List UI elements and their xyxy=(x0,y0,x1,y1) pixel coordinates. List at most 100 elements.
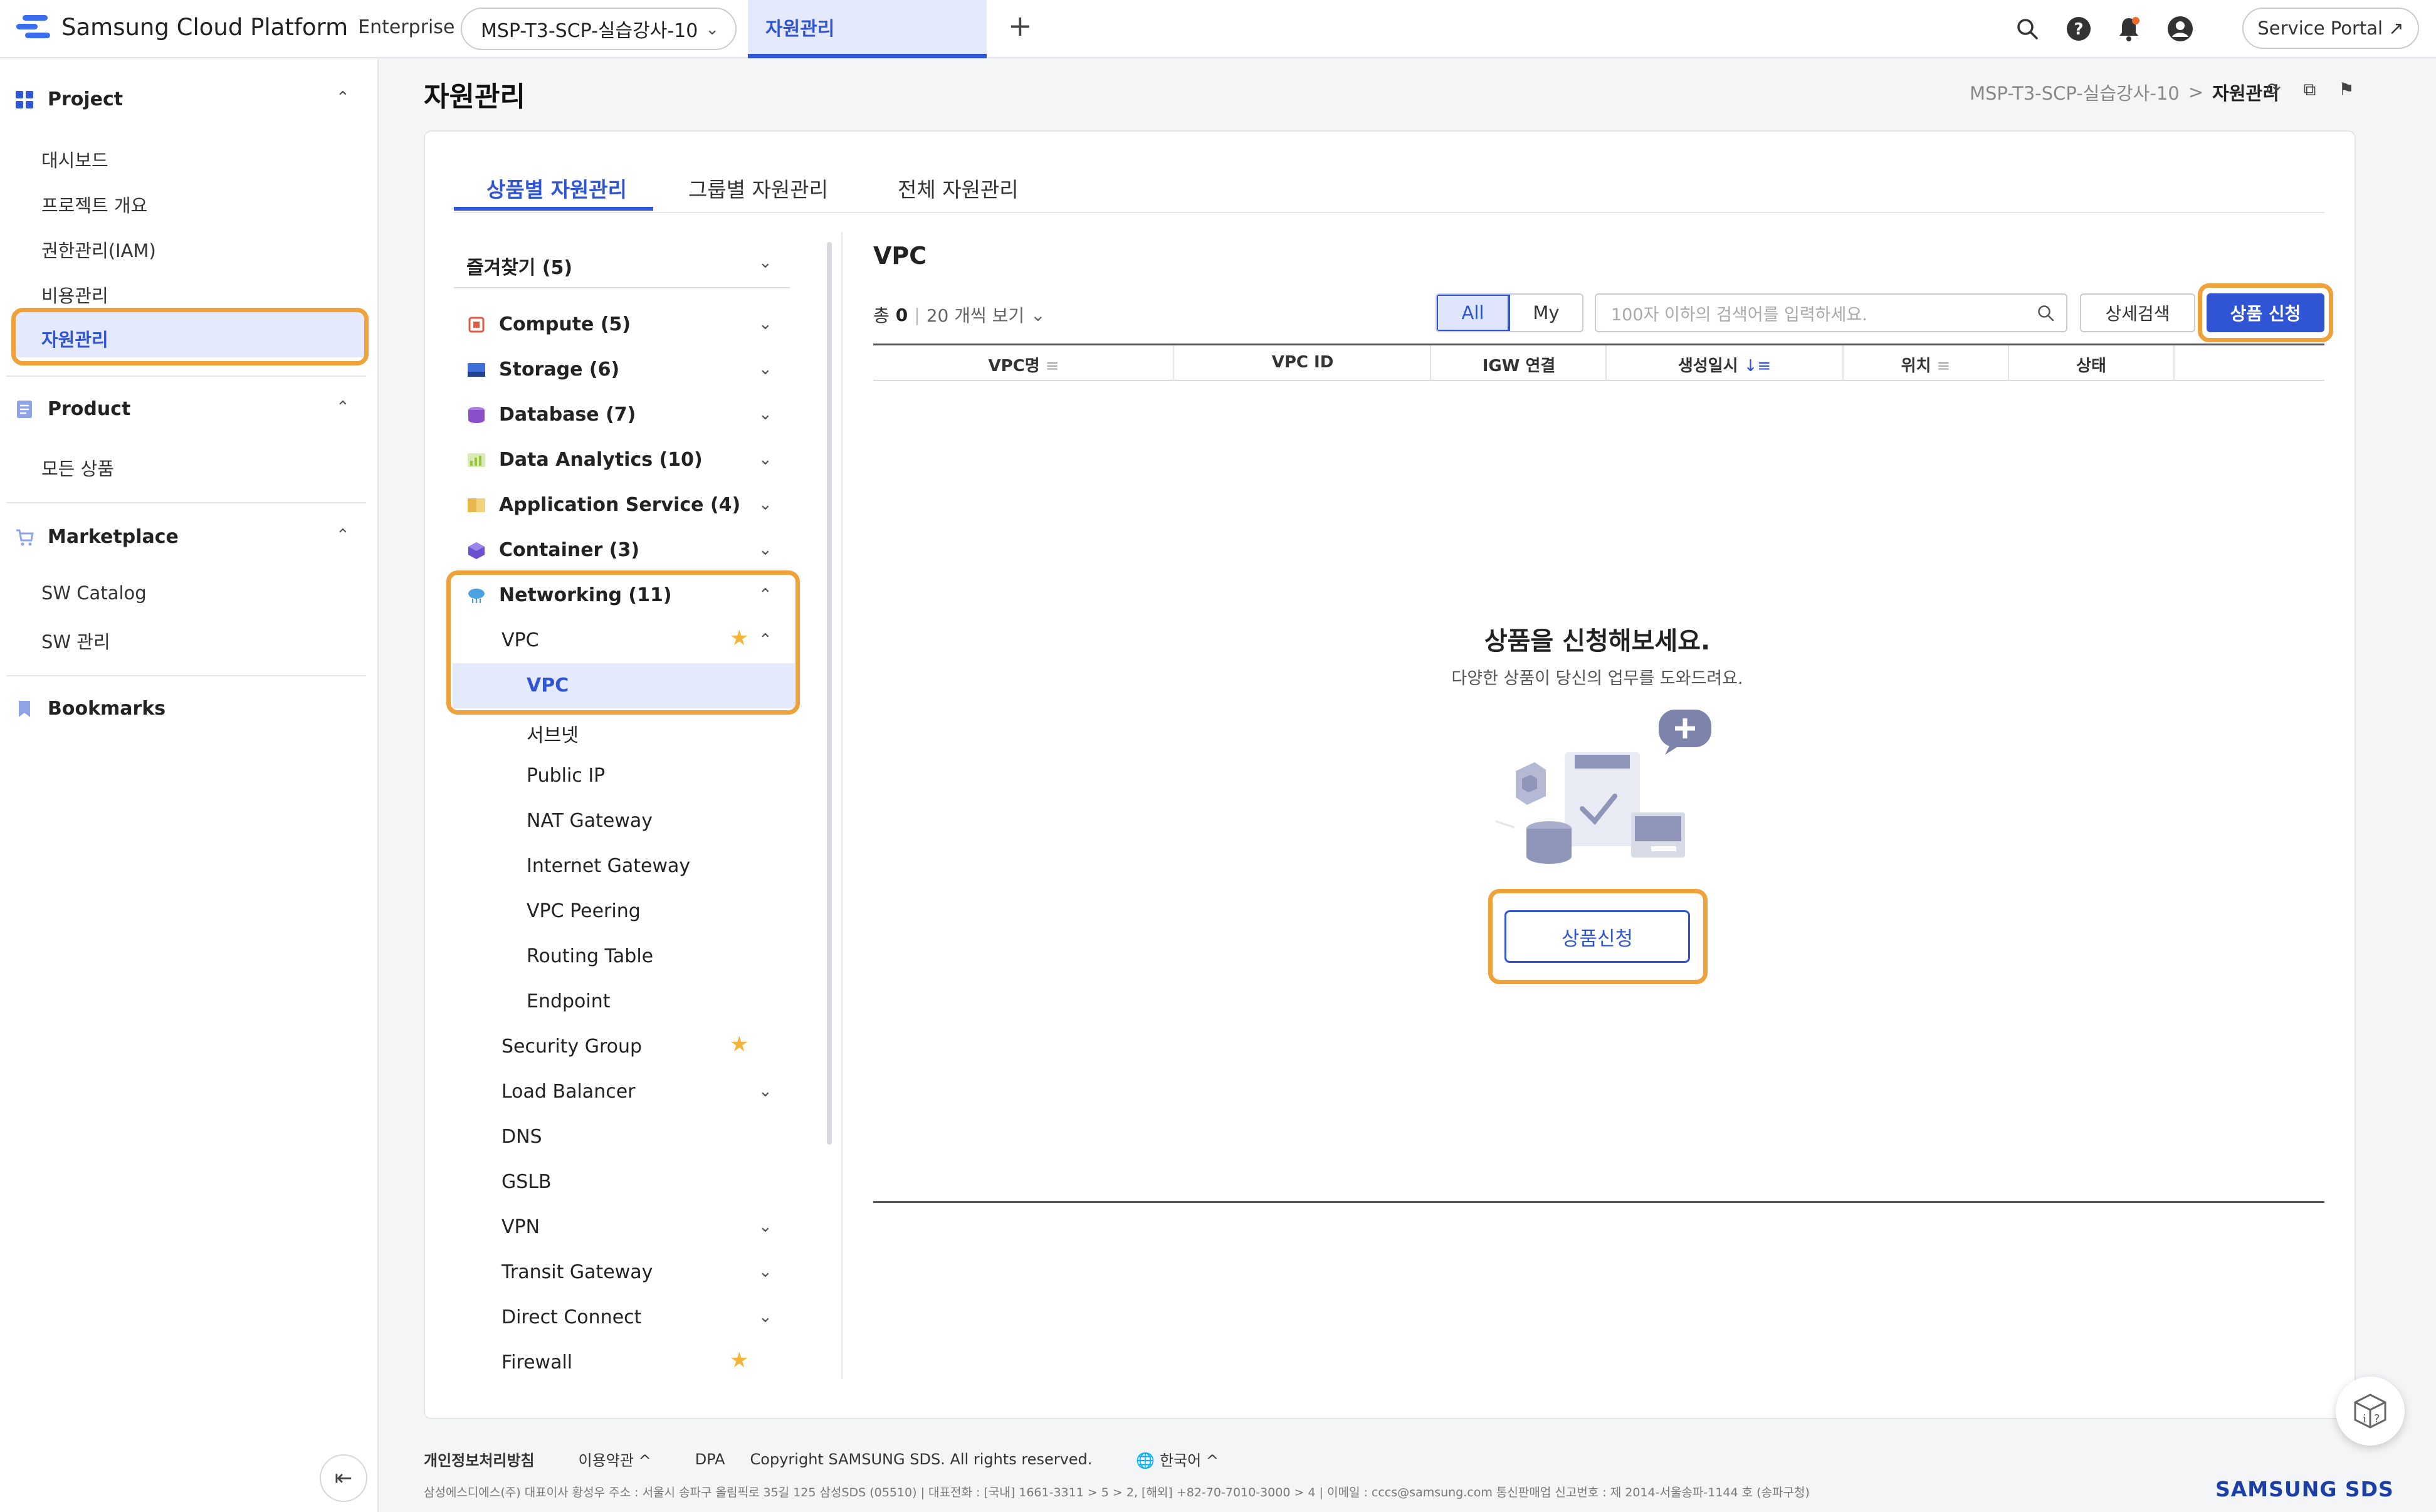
tree-category-container[interactable]: Container (3) xyxy=(466,539,639,561)
chevron-up-icon[interactable]: ⌃ xyxy=(336,398,350,417)
notification-bell-icon[interactable] xyxy=(2115,15,2143,43)
chevron-up-icon[interactable]: ⌃ xyxy=(336,526,350,545)
sidebar-item-project-overview[interactable]: 프로젝트 개요 xyxy=(41,191,147,218)
cart-icon xyxy=(16,529,34,545)
search-icon[interactable] xyxy=(2036,303,2055,327)
tree-category-data-analytics[interactable]: Data Analytics (10) xyxy=(466,449,703,471)
tree-item-public-ip[interactable]: Public IP xyxy=(527,765,605,787)
footer-privacy-link[interactable]: 개인정보처리방침 xyxy=(424,1448,535,1470)
search-icon[interactable] xyxy=(2013,15,2041,43)
sidebar-item-dashboard[interactable]: 대시보드 xyxy=(41,146,108,172)
star-icon[interactable]: ★ xyxy=(730,1348,748,1373)
footer-terms-link[interactable]: 이용약관 ^ xyxy=(579,1448,651,1470)
tree-category-application-service[interactable]: Application Service (4) xyxy=(466,494,740,516)
column-header-created[interactable]: 생성일시 ↓≡ xyxy=(1607,353,1842,376)
tree-item-load-balancer[interactable]: Load Balancer xyxy=(501,1081,636,1103)
toggle-all[interactable]: All xyxy=(1437,295,1510,331)
sidebar-section-project[interactable]: Project xyxy=(15,88,123,110)
resource-tabs: 상품별 자원관리 그룹별 자원관리 전체 자원관리 xyxy=(454,164,2324,213)
column-header-status[interactable]: 상태 xyxy=(2009,353,2173,376)
column-header-location[interactable]: 위치 ≡ xyxy=(1844,353,2008,376)
sidebar-item-sw-management[interactable]: SW 관리 xyxy=(41,627,110,654)
collapse-sidebar-button[interactable]: ⇤ xyxy=(320,1454,367,1502)
tree-item-vpc-peering[interactable]: VPC Peering xyxy=(527,900,641,922)
tab-all-resources[interactable]: 전체 자원관리 xyxy=(898,173,1019,203)
tree-item-routing-table[interactable]: Routing Table xyxy=(527,945,653,967)
breadcrumb-parent[interactable]: MSP-T3-SCP-실습강사-10 xyxy=(1970,79,2180,105)
tree-category-label: Data Analytics (10) xyxy=(499,449,703,471)
column-header-vpc-name[interactable]: VPC명 ≡ xyxy=(936,353,1111,376)
tab-by-product[interactable]: 상품별 자원관리 xyxy=(486,173,627,203)
add-tab-icon[interactable]: + xyxy=(1008,9,1032,43)
tree-scrollbar[interactable] xyxy=(827,242,832,1145)
sidebar-section-marketplace[interactable]: Marketplace xyxy=(15,526,179,548)
star-icon[interactable]: ★ xyxy=(730,1032,748,1057)
search-input[interactable]: 100자 이하의 검색어를 입력하세요. xyxy=(1595,293,2067,332)
logo[interactable]: Samsung Cloud Platform Enterprise xyxy=(16,13,454,41)
sidebar-item-sw-catalog[interactable]: SW Catalog xyxy=(41,582,147,604)
footer-language-select[interactable]: 🌐 한국어 ^ xyxy=(1136,1448,1219,1470)
tree-item-gslb[interactable]: GSLB xyxy=(501,1171,552,1193)
panel-title: VPC xyxy=(873,242,927,270)
chevron-down-icon[interactable]: ⌄ xyxy=(759,315,772,333)
highlight-box xyxy=(11,308,369,365)
analytics-icon xyxy=(468,453,485,467)
chevron-up-icon[interactable]: ⌃ xyxy=(336,88,350,107)
tree-item-internet-gateway[interactable]: Internet Gateway xyxy=(527,855,690,877)
toggle-my[interactable]: My xyxy=(1510,295,1582,331)
refresh-icon[interactable]: ⟳ xyxy=(2266,79,2281,100)
sidebar-item-iam[interactable]: 권한관리(IAM) xyxy=(41,236,156,263)
chevron-down-icon[interactable]: ⌄ xyxy=(759,540,772,559)
chevron-down-icon[interactable]: ⌄ xyxy=(759,1082,772,1101)
sidebar-section-bookmarks[interactable]: Bookmarks xyxy=(15,698,165,720)
user-avatar-icon[interactable] xyxy=(2166,15,2194,43)
tree-item-firewall[interactable]: Firewall xyxy=(501,1352,572,1373)
tree-category-storage[interactable]: Storage (6) xyxy=(466,359,619,381)
tree-category-database[interactable]: Database (7) xyxy=(466,404,636,426)
column-header-igw[interactable]: IGW 연결 xyxy=(1431,353,1607,376)
sidebar-section-product[interactable]: Product xyxy=(15,398,130,420)
sidebar-section-label: Bookmarks xyxy=(48,698,166,720)
tab-by-group[interactable]: 그룹별 자원관리 xyxy=(688,173,828,203)
sidebar-section-label: Product xyxy=(48,398,131,420)
service-portal-button[interactable]: Service Portal ↗ xyxy=(2242,8,2419,49)
tree-item-security-group[interactable]: Security Group xyxy=(501,1036,642,1058)
table-bottom-border xyxy=(873,1201,2324,1203)
chevron-down-icon[interactable]: ⌄ xyxy=(759,405,772,424)
tree-item-subnet[interactable]: 서브넷 xyxy=(527,720,579,747)
total-label: 총 xyxy=(873,305,890,326)
logo-subtitle: Enterprise xyxy=(358,16,455,38)
chevron-down-icon[interactable]: ⌄ xyxy=(759,495,772,514)
chevron-down-icon[interactable]: ⌄ xyxy=(759,1308,772,1326)
chevron-down-icon[interactable]: ⌄ xyxy=(759,450,772,469)
tree-item-dns[interactable]: DNS xyxy=(501,1126,542,1148)
tab-resource-management[interactable]: 자원관리 xyxy=(748,0,987,58)
column-header-vpc-id[interactable]: VPC ID xyxy=(1174,353,1431,372)
help-icon[interactable]: ? xyxy=(2065,15,2092,43)
page-size-select[interactable]: 20 개씩 보기 xyxy=(927,302,1024,327)
info-help-button[interactable]: i? xyxy=(2336,1377,2405,1446)
application-icon xyxy=(468,498,485,512)
chevron-down-icon[interactable]: ⌄ xyxy=(759,360,772,379)
tree-item-direct-connect[interactable]: Direct Connect xyxy=(501,1306,641,1328)
project-select[interactable]: MSP-T3-SCP-실습강사-10 ⌄ xyxy=(461,8,737,50)
tree-item-vpn[interactable]: VPN xyxy=(501,1216,540,1238)
tree-item-endpoint[interactable]: Endpoint xyxy=(527,990,611,1012)
chevron-down-icon[interactable]: ⌄ xyxy=(1031,305,1045,325)
sidebar-item-cost[interactable]: 비용관리 xyxy=(41,281,108,308)
chevron-down-icon[interactable]: ⌄ xyxy=(759,253,772,272)
tree-category-compute[interactable]: Compute (5) xyxy=(466,313,631,335)
footer-dpa-link[interactable]: DPA xyxy=(695,1451,725,1468)
total-count: 0 xyxy=(895,304,908,325)
footer-company-info: 삼성에스디에스(주) 대표이사 황성우 주소 : 서울시 송파구 올림픽로 35… xyxy=(424,1486,1810,1499)
tree-item-nat-gateway[interactable]: NAT Gateway xyxy=(527,810,653,832)
sidebar-item-all-products[interactable]: 모든 상품 xyxy=(41,454,114,481)
footer-links: 개인정보처리방침 이용약관 ^ DPA Copyright SAMSUNG SD… xyxy=(424,1448,1219,1470)
bookmark-icon[interactable]: ⚑ xyxy=(2338,79,2354,100)
tree-favorites[interactable]: 즐겨찾기 (5) xyxy=(466,252,572,280)
chevron-down-icon[interactable]: ⌄ xyxy=(759,1217,772,1236)
chevron-down-icon[interactable]: ⌄ xyxy=(759,1263,772,1281)
detail-search-button[interactable]: 상세검색 xyxy=(2080,293,2195,332)
tree-item-transit-gateway[interactable]: Transit Gateway xyxy=(501,1261,653,1283)
copy-icon[interactable]: ⧉ xyxy=(2303,79,2316,100)
